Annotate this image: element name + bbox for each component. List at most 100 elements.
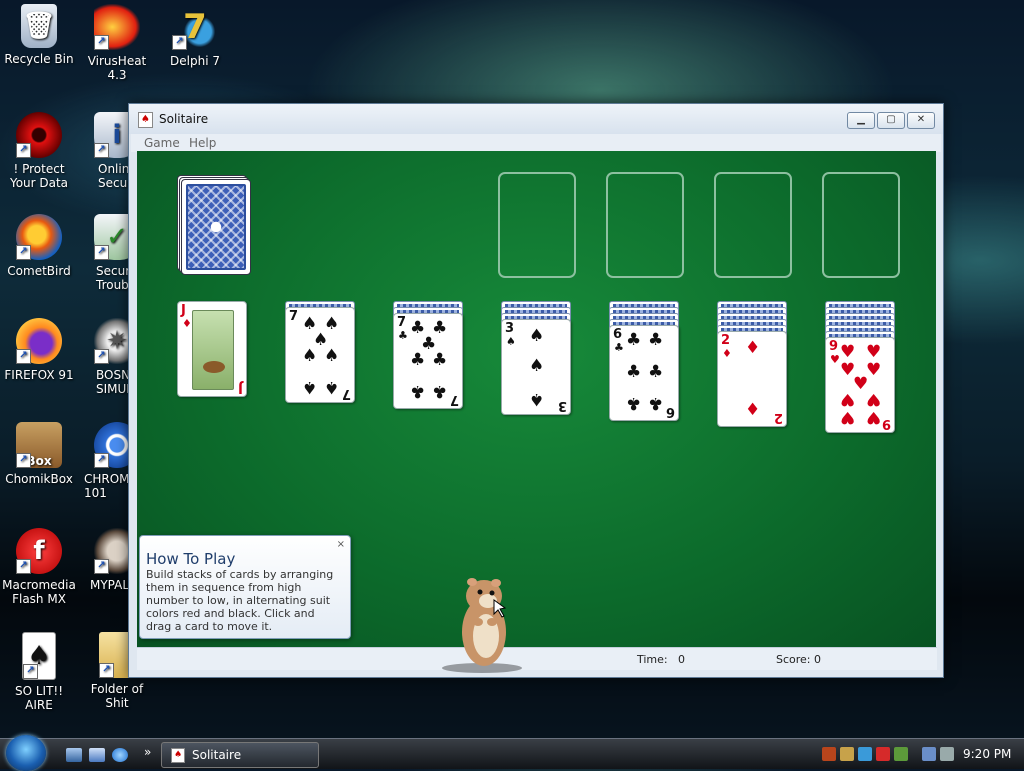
recycle-bin-icon: 🗑 xyxy=(21,4,57,48)
pip: ♥ xyxy=(840,407,856,427)
card-suit: ♠ xyxy=(506,335,516,348)
desktop-icon-virusheat[interactable]: ↗ VirusHeat 4.3 xyxy=(78,4,156,82)
shortcut-arrow-icon: ↗ xyxy=(94,143,109,158)
taskbar: » ♠ Solitaire 9:20 PM xyxy=(0,735,1024,771)
desktop-icon-label: Folder of Shit xyxy=(90,682,144,710)
tableau-card-nine-hearts[interactable]: 9 ♥ ♥ ♥ ♥ ♥ ♥ ♥ ♥ ♥ ♥ 9 xyxy=(825,337,895,433)
tray-network-icon[interactable] xyxy=(822,747,836,761)
desktop-icon-label: SO LIT!! AIRE xyxy=(14,684,64,712)
menu-game[interactable]: Game xyxy=(144,136,180,150)
tray-volume-muted-icon[interactable] xyxy=(940,747,954,761)
pip: ♣ xyxy=(432,350,448,370)
desktop-icon-label: CometBird xyxy=(7,264,71,278)
desktop-icon-recycle-bin[interactable]: 🗑 Recycle Bin xyxy=(0,4,78,66)
card-rank-bottom: 2 xyxy=(773,410,783,425)
stock-card-back xyxy=(181,179,251,275)
card-suit: ♣ xyxy=(398,329,408,342)
close-button[interactable]: ✕ xyxy=(907,112,935,129)
jack-face-art xyxy=(192,310,234,390)
desktop-icon-delphi[interactable]: 7 ↗ Delphi 7 xyxy=(156,4,234,68)
tray-app-icon[interactable] xyxy=(840,747,854,761)
desktop-icon-label: Macromedia Flash MX xyxy=(2,578,76,606)
switch-windows-icon[interactable] xyxy=(89,748,105,762)
foundation-slot[interactable] xyxy=(498,172,576,278)
red-eye-icon: ↗ xyxy=(16,112,62,158)
tray-app-icon[interactable] xyxy=(858,747,872,761)
shortcut-arrow-icon: ↗ xyxy=(94,35,109,50)
desktop-icon-firefox[interactable]: ↗ FIREFOX 91 xyxy=(0,318,78,382)
pip: ♥ xyxy=(866,407,882,427)
pip: ♦ xyxy=(745,338,761,358)
foundation-slot[interactable] xyxy=(714,172,792,278)
tip-close-button[interactable]: × xyxy=(337,539,345,550)
pip: ♥ xyxy=(866,389,882,409)
desktop-icon-chomikbox[interactable]: Box ↗ ChomikBox xyxy=(0,422,78,486)
solitaire-window: ♠ Solitaire ▁ ▢ ✕ Game Help J ♦ J 7 ♠ ♠ … xyxy=(128,103,944,678)
tableau-card-jack-diamonds[interactable]: J ♦ J xyxy=(177,301,247,397)
foundation-slot[interactable] xyxy=(606,172,684,278)
time-value: 0 xyxy=(678,653,685,666)
pip: ♠ xyxy=(302,346,318,366)
desktop-icon-solitaire[interactable]: ♠ ↗ SO LIT!! AIRE xyxy=(0,632,78,712)
tip-title: How To Play xyxy=(146,550,236,568)
desktop-icon-protect-your-data[interactable]: ↗ ! Protect Your Data xyxy=(0,112,78,190)
pip: ♣ xyxy=(648,330,664,350)
card-rank: 7 xyxy=(289,309,299,324)
tableau-card-three-spades[interactable]: 3 ♠ ♠ ♠ ♠ 3 xyxy=(501,319,571,415)
quicklaunch-more-button[interactable]: » xyxy=(144,745,151,759)
time-label: Time: xyxy=(637,653,668,666)
cometbird-icon: ↗ xyxy=(16,214,62,260)
stock-pile[interactable] xyxy=(177,175,253,275)
hamster-box-icon: Box ↗ xyxy=(16,422,62,468)
card-rank: 2 xyxy=(721,333,731,348)
shortcut-arrow-icon: ↗ xyxy=(172,35,187,50)
desktop-icon-cometbird[interactable]: ↗ CometBird xyxy=(0,214,78,278)
desktop-icon-label: Delphi 7 xyxy=(170,54,220,68)
start-button[interactable] xyxy=(6,735,46,771)
tray-app-icon[interactable] xyxy=(894,747,908,761)
card-rank: 9 xyxy=(829,339,839,354)
desktop-icon-flash-mx[interactable]: f ↗ Macromedia Flash MX xyxy=(0,528,78,606)
window-titlebar[interactable]: ♠ Solitaire ▁ ▢ ✕ xyxy=(129,104,943,134)
tableau-card-seven-clubs[interactable]: 7 ♣ ♣ ♣ ♣ ♣ ♣ ♣ ♣ 7 xyxy=(393,313,463,409)
desktop-icon-label: ChomikBox xyxy=(5,472,73,486)
firefox-icon: ↗ xyxy=(16,318,62,364)
card-suit: ♦ xyxy=(182,317,192,330)
menu-help[interactable]: Help xyxy=(189,136,216,150)
desktop-icon-label: VirusHeat 4.3 xyxy=(87,54,147,82)
tray-app-icon[interactable] xyxy=(876,747,890,761)
card-rank-bottom: 3 xyxy=(557,398,567,413)
taskbar-clock[interactable]: 9:20 PM xyxy=(963,747,1011,761)
hamster-pet-icon[interactable] xyxy=(438,570,522,674)
shortcut-arrow-icon: ↗ xyxy=(94,349,109,364)
delphi-icon: 7 ↗ xyxy=(172,4,218,50)
tableau-card-two-diamonds[interactable]: 2 ♦ ♦ ♦ 2 xyxy=(717,331,787,427)
taskbar-task-label: Solitaire xyxy=(192,748,242,762)
foundation-slot[interactable] xyxy=(822,172,900,278)
tableau-card-six-clubs[interactable]: 6 ♣ ♣ ♣ ♣ ♣ ♣ ♣ 6 xyxy=(609,325,679,421)
pip: ♣ xyxy=(626,330,642,350)
card-suit: ♣ xyxy=(614,341,624,354)
pip: ♠ xyxy=(302,377,318,397)
pip: ♠ xyxy=(529,356,545,376)
desktop-icon-label: FIREFOX 91 xyxy=(4,368,74,382)
pip: ♠ xyxy=(529,326,545,346)
card-rank: 6 xyxy=(613,327,623,342)
internet-explorer-icon[interactable] xyxy=(112,748,128,762)
pip: ♥ xyxy=(866,342,882,362)
tableau-card-seven-spades[interactable]: 7 ♠ ♠ ♠ ♠ ♠ ♠ ♠ 7 xyxy=(285,307,355,403)
pip: ♣ xyxy=(626,393,642,413)
maximize-button[interactable]: ▢ xyxy=(877,112,905,129)
show-desktop-icon[interactable] xyxy=(66,748,82,762)
shortcut-arrow-icon: ↗ xyxy=(94,559,109,574)
shortcut-arrow-icon: ↗ xyxy=(94,453,109,468)
tray-network-status-icon[interactable] xyxy=(922,747,936,761)
card-rank-bottom: 7 xyxy=(449,392,459,407)
taskbar-solitaire-button[interactable]: ♠ Solitaire xyxy=(161,742,319,768)
card-rank: 7 xyxy=(397,315,407,330)
minimize-button[interactable]: ▁ xyxy=(847,112,875,129)
pip: ♣ xyxy=(410,350,426,370)
score-label: Score: 0 xyxy=(776,653,822,666)
shortcut-arrow-icon: ↗ xyxy=(94,245,109,260)
pip: ♠ xyxy=(529,389,545,409)
